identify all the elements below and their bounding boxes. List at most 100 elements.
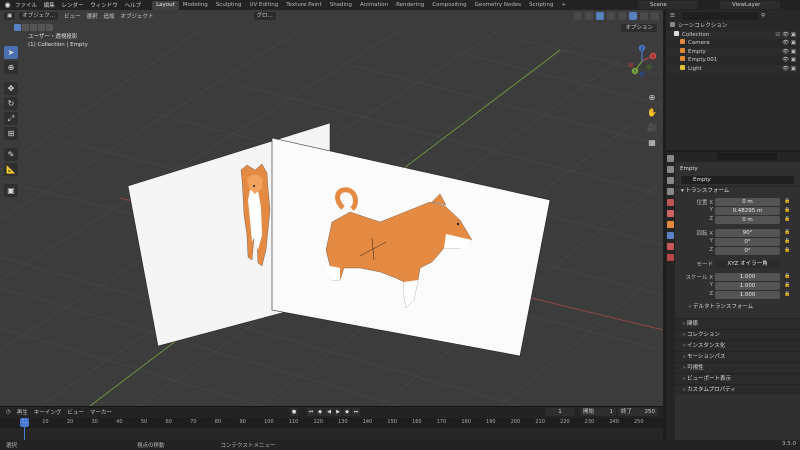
- mode-selector[interactable]: オブジェク...: [19, 12, 58, 20]
- view-layer-selector[interactable]: ViewLayer: [720, 1, 780, 9]
- wireframe-shading-icon[interactable]: [618, 12, 626, 20]
- outliner-item-empty-001[interactable]: Empty.001 👁 ▣: [666, 56, 800, 65]
- visibility-icon[interactable]: [574, 12, 582, 20]
- outliner-scene-collection[interactable]: シーンコレクション: [666, 22, 800, 31]
- jump-start-icon[interactable]: ⏮: [307, 408, 315, 416]
- view-layer-tab-icon[interactable]: [667, 188, 674, 195]
- scale-tool-icon[interactable]: ⤢: [4, 112, 18, 125]
- object-tab-icon[interactable]: [667, 221, 674, 228]
- lock-icon[interactable]: 🔒: [784, 198, 790, 204]
- output-tab-icon[interactable]: [667, 177, 674, 184]
- rotation-mode-dropdown[interactable]: XYZ オイラー角: [715, 260, 780, 268]
- next-key-icon[interactable]: ◆: [343, 408, 351, 416]
- tab-modeling[interactable]: Modeling: [179, 1, 212, 10]
- rotation-y-field[interactable]: 0°: [715, 238, 780, 246]
- editor-type-button[interactable]: ▣: [4, 12, 16, 20]
- rotation-z-field[interactable]: 0°: [715, 247, 780, 255]
- lock-icon[interactable]: 🔒: [784, 282, 790, 288]
- visibility-eye-icon[interactable]: 👁 ▣: [782, 48, 796, 57]
- select-mode-intersect-icon[interactable]: [46, 24, 53, 31]
- visibility-panel[interactable]: › 可視性: [675, 362, 800, 373]
- motion-paths-panel[interactable]: › モーションパス: [675, 351, 800, 362]
- menu-marker[interactable]: マーカー: [90, 408, 112, 416]
- outliner-item-light[interactable]: Light 👁 ▣: [666, 64, 800, 73]
- record-icon[interactable]: ●: [290, 408, 298, 416]
- lock-icon[interactable]: 🔒: [784, 216, 790, 222]
- scene-selector[interactable]: Scene: [638, 1, 698, 9]
- tab-sculpting[interactable]: Sculpting: [212, 1, 246, 10]
- tab-geometry-nodes[interactable]: Geometry Nodes: [471, 1, 525, 10]
- end-frame-field[interactable]: 終了 250: [618, 408, 658, 416]
- properties-search-input[interactable]: [717, 153, 777, 160]
- collections-panel[interactable]: › コレクション: [675, 329, 800, 340]
- rendered-shading-icon[interactable]: [651, 12, 659, 20]
- prev-key-icon[interactable]: ◆: [316, 408, 324, 416]
- instancing-panel[interactable]: › インスタンス化: [675, 340, 800, 351]
- tool-tab-icon[interactable]: [667, 155, 674, 162]
- camera-view-icon[interactable]: 🎥: [646, 122, 658, 134]
- gizmo-toggle-icon[interactable]: [585, 12, 593, 20]
- visibility-eye-icon[interactable]: ☑ 👁 ▣: [775, 31, 796, 40]
- scale-z-field[interactable]: 1.000: [715, 291, 780, 299]
- render-tab-icon[interactable]: [667, 166, 674, 173]
- jump-end-icon[interactable]: ⏭: [352, 408, 360, 416]
- select-mode-subtract-icon[interactable]: [30, 24, 37, 31]
- transform-tool-icon[interactable]: ⊞: [4, 127, 18, 140]
- blender-logo-icon[interactable]: ◉: [3, 1, 12, 9]
- options-button[interactable]: オプション: [621, 24, 657, 32]
- menu-object[interactable]: オブジェクト: [121, 12, 154, 20]
- lock-icon[interactable]: 🔒: [784, 273, 790, 279]
- outliner-item-camera[interactable]: Camera 👁 ▣: [666, 39, 800, 48]
- timeline-editor-icon[interactable]: ◷: [6, 409, 11, 415]
- lock-icon[interactable]: 🔒: [784, 247, 790, 253]
- tab-layout[interactable]: Layout: [152, 0, 179, 10]
- menu-timeline-view[interactable]: ビュー: [67, 408, 84, 416]
- outliner-search-input[interactable]: [681, 12, 758, 20]
- location-z-field[interactable]: 0 m: [715, 216, 780, 224]
- filter-icon[interactable]: ⚲: [761, 13, 765, 19]
- select-mode-invert-icon[interactable]: [38, 24, 45, 31]
- 3d-viewport[interactable]: ▣ オブジェク... ビュー 選択 追加 オブジェクト グロ... ユーザー・透…: [0, 10, 663, 406]
- delta-transform-panel[interactable]: › デルタトランスフォーム: [675, 303, 800, 312]
- playhead[interactable]: [24, 418, 25, 441]
- visibility-eye-icon[interactable]: 👁 ▣: [782, 39, 796, 48]
- navigation-gizmo[interactable]: X Y Z: [625, 44, 659, 78]
- outliner-item-empty[interactable]: Empty 👁 ▣: [666, 47, 800, 57]
- grid-icon[interactable]: ▦: [646, 137, 658, 149]
- play-icon[interactable]: ▶: [334, 408, 342, 416]
- material-shading-icon[interactable]: [640, 12, 648, 20]
- rotation-x-field[interactable]: 90°: [715, 229, 780, 237]
- relations-panel[interactable]: › 関係: [675, 318, 800, 329]
- lock-icon[interactable]: 🔒: [784, 238, 790, 244]
- location-y-field[interactable]: 0.48295 m: [715, 207, 780, 215]
- scale-y-field[interactable]: 1.000: [715, 282, 780, 290]
- tab-rendering[interactable]: Rendering: [392, 1, 428, 10]
- start-frame-field[interactable]: 開始 1: [580, 408, 616, 416]
- transform-orientation-selector[interactable]: グロ...: [253, 12, 276, 20]
- tab-shading[interactable]: Shading: [326, 1, 356, 10]
- menu-view[interactable]: ビュー: [64, 12, 81, 20]
- add-cube-tool-icon[interactable]: ▣: [4, 184, 18, 197]
- move-tool-icon[interactable]: ✥: [4, 82, 18, 95]
- custom-properties-panel[interactable]: › カスタムプロパティ: [675, 384, 800, 395]
- viewport-display-panel[interactable]: › ビューポート表示: [675, 373, 800, 384]
- zoom-icon[interactable]: ⊕: [646, 92, 658, 104]
- xray-toggle-icon[interactable]: [607, 12, 615, 20]
- outliner-editor-icon[interactable]: ☰: [670, 13, 675, 19]
- tab-uv-editing[interactable]: UV Editing: [246, 1, 283, 10]
- pan-hand-icon[interactable]: ✋: [646, 107, 658, 119]
- select-tool-icon[interactable]: ➤: [4, 46, 18, 59]
- frame-ruler[interactable]: 1 10203040506070809010011012013014015016…: [0, 418, 663, 428]
- tab-scripting[interactable]: Scripting: [525, 1, 557, 10]
- select-mode-new-icon[interactable]: [14, 24, 21, 31]
- add-workspace-button[interactable]: +: [558, 1, 571, 10]
- visibility-eye-icon[interactable]: 👁 ▣: [782, 56, 796, 65]
- menu-window[interactable]: ウィンドウ: [90, 3, 118, 9]
- annotate-tool-icon[interactable]: ✎: [4, 148, 18, 161]
- cursor-tool-icon[interactable]: ⊕: [4, 61, 18, 74]
- select-mode-extend-icon[interactable]: [22, 24, 29, 31]
- solid-shading-icon[interactable]: [629, 12, 637, 20]
- menu-playback[interactable]: 再生: [17, 408, 28, 416]
- rotate-tool-icon[interactable]: ↻: [4, 97, 18, 110]
- menu-select[interactable]: 選択: [86, 12, 97, 20]
